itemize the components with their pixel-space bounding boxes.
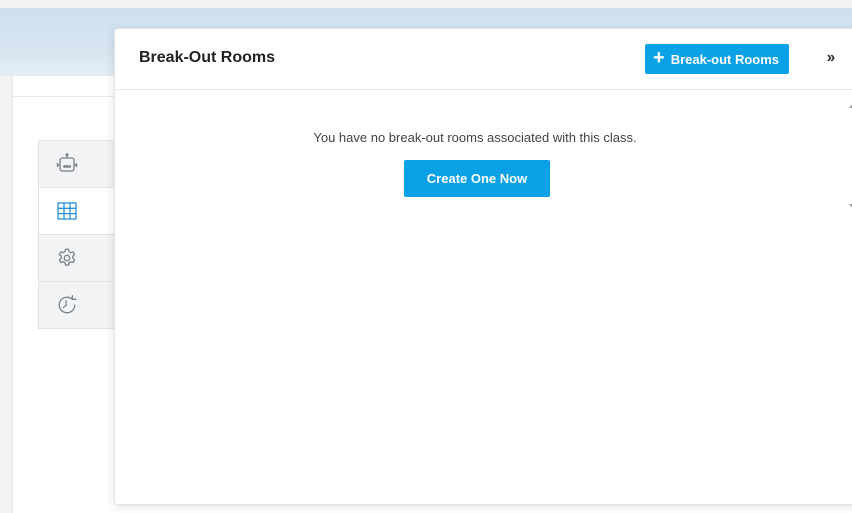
tool-robot[interactable] — [39, 141, 117, 188]
double-chevron-right-icon[interactable]: ›› — [819, 46, 841, 70]
panel-body: You have no break-out rooms associated w… — [115, 90, 852, 504]
tool-settings[interactable] — [39, 235, 117, 282]
add-button-label: Break-out Rooms — [670, 51, 780, 67]
tool-grid[interactable] — [39, 188, 117, 235]
scrollbar[interactable] — [845, 90, 852, 220]
gear-icon — [56, 247, 78, 269]
tool-history[interactable] — [39, 282, 117, 328]
robot-icon — [56, 153, 78, 175]
side-toolstrip — [38, 140, 117, 329]
divider — [12, 96, 122, 97]
breakout-rooms-panel: Break-Out Rooms + Break-out Rooms ›› You… — [114, 28, 852, 505]
empty-state-message: You have no break-out rooms associated w… — [313, 130, 637, 145]
panel-header: Break-Out Rooms + Break-out Rooms ›› — [115, 29, 852, 90]
app-window: Break-Out Rooms + Break-out Rooms ›› You… — [0, 0, 852, 513]
history-icon — [56, 294, 78, 316]
grid-icon — [57, 202, 77, 220]
add-breakout-rooms-button[interactable]: + Break-out Rooms — [645, 44, 790, 74]
create-one-now-button[interactable]: Create One Now — [404, 160, 550, 197]
plus-icon: + — [653, 47, 665, 69]
panel-title: Break-Out Rooms — [139, 49, 276, 66]
